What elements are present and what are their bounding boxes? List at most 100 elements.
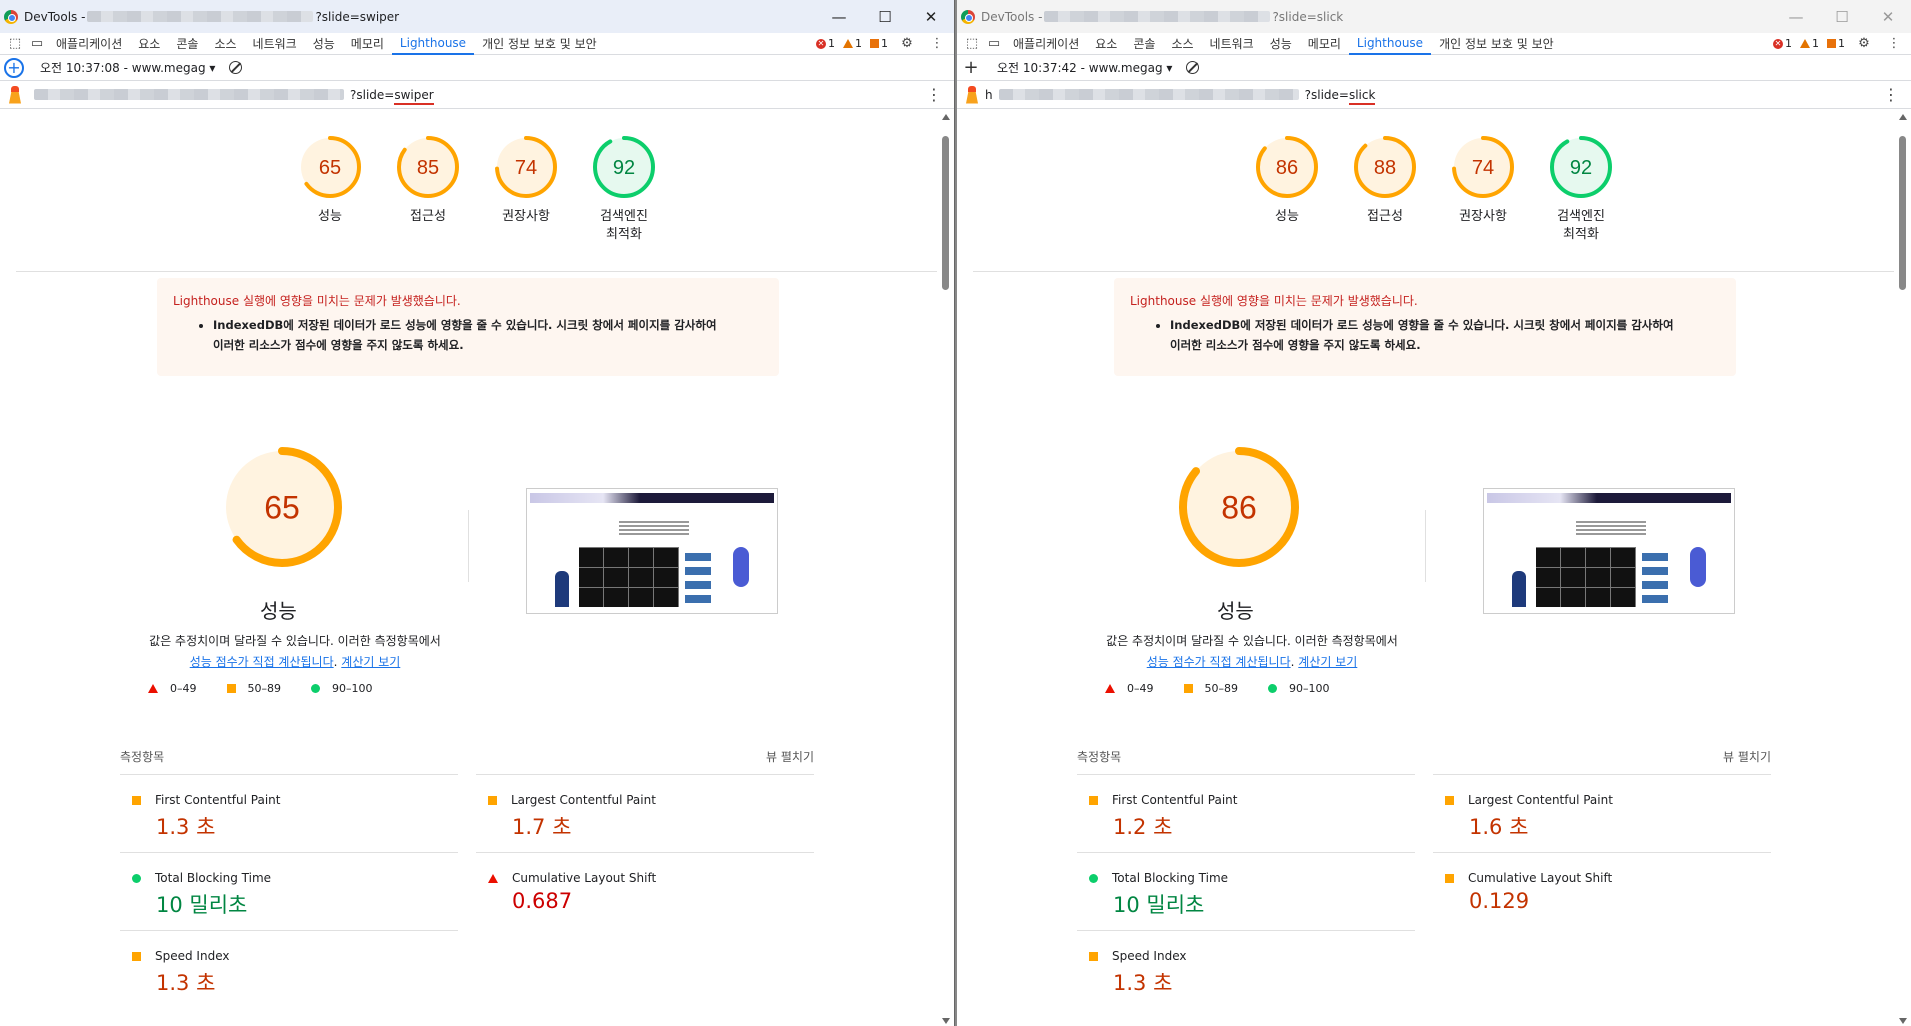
devtools-toolbar: ⬚ ▭ 애플리케이션 요소 콘솔 소스 네트워크 성능 메모리 Lighthouse 개인 정보… [957,33,1911,55]
device-toolbar-icon[interactable]: ▭ [26,33,48,55]
scrollbar[interactable] [937,110,954,1026]
tab-1[interactable]: 요소 [1087,33,1125,55]
score-calc-link[interactable]: 성능 점수가 직접 계산됩니다 [1147,655,1291,669]
score-calc-link[interactable]: 성능 점수가 직접 계산됩니다 [190,655,334,669]
tab-0[interactable]: 애플리케이션 [48,33,130,55]
gauge-1[interactable]: 88 접근성 [1353,134,1417,271]
metric-1: Largest Contentful Paint 1.6 초 [1433,774,1771,852]
performance-score: 86 성능 값은 추정치이며 달라질 수 있습니다. 이러한 측정항목에서 성능… [957,445,1517,669]
legend-pass: 90–100 [1289,682,1330,695]
metric-value: 1.3 초 [156,971,216,995]
report-selector[interactable]: 오전 10:37:08 - www.megag ▾ [40,59,215,76]
tab-4[interactable]: 네트워크 [1202,33,1262,55]
divider [1425,510,1426,582]
maximize-button[interactable]: ☐ [1819,0,1865,33]
tab-2[interactable]: 콘솔 [1125,33,1163,55]
report-url-bar: h ?slide=slick ⋮ [957,81,1911,109]
more-options-icon[interactable]: ⋮ [926,33,948,55]
tab-4[interactable]: 네트워크 [245,33,305,55]
final-screenshot[interactable] [1483,488,1735,614]
more-options-icon[interactable]: ⋮ [1883,33,1905,55]
new-report-button[interactable]: + [961,58,981,78]
divider [468,510,469,582]
warning-item: IndexedDB에 저장된 데이터가 로드 성능에 영향을 줄 수 있습니다.… [1170,315,1720,355]
maximize-button[interactable]: ☐ [862,0,908,33]
warning-icon [1800,39,1810,48]
report-selector[interactable]: 오전 10:37:42 - www.megag ▾ [997,59,1172,76]
gauge-2[interactable]: 74 권장사항 [494,134,558,271]
tab-8[interactable]: 개인 정보 보호 및 보안 [474,33,605,55]
legend-pass: 90–100 [332,682,373,695]
error-count: 1 [1785,37,1792,50]
score-value: 86 [1221,490,1257,526]
metric-value: 1.7 초 [512,815,572,839]
clear-reports-icon[interactable] [229,61,243,74]
title-prefix: DevTools - [981,9,1043,24]
desktop: DevTools - ?slide=swiper — ☐ ✕ ⬚ ▭ 애플리케이… [0,0,1911,1026]
metric-3: Cumulative Layout Shift 0.687 [476,852,814,930]
metrics-grid: First Contentful Paint 1.2 초 Largest Cont… [1077,774,1771,1008]
tab-8[interactable]: 개인 정보 보호 및 보안 [1431,33,1562,55]
title-suffix: ?slide=slick [1272,9,1344,24]
inspect-element-icon[interactable]: ⬚ [4,33,26,55]
close-button[interactable]: ✕ [1865,0,1911,33]
info-icon [870,39,879,48]
tab-3[interactable]: 소스 [1163,33,1201,55]
tab-6[interactable]: 메모리 [1300,33,1349,55]
inspect-element-icon[interactable]: ⬚ [961,33,983,55]
report-menu-icon[interactable]: ⋮ [1883,85,1899,104]
metric-value: 10 밀리초 [156,893,248,917]
lighthouse-icon [965,85,979,104]
metric-value: 1.3 초 [1113,971,1173,995]
report-bar: + 오전 10:37:42 - www.megag ▾ [957,55,1911,81]
tab-7[interactable]: Lighthouse [1348,33,1432,55]
warning-title: Lighthouse 실행에 영향을 미치는 문제가 발생했습니다. [1130,294,1418,308]
tab-3[interactable]: 소스 [206,33,244,55]
final-screenshot[interactable] [526,488,778,614]
scroll-down-icon [942,1018,950,1024]
warning-item: IndexedDB에 저장된 데이터가 로드 성능에 영향을 줄 수 있습니다.… [213,315,763,355]
calculator-link[interactable]: 계산기 보기 [341,655,400,669]
score-description: 값은 추정치이며 달라질 수 있습니다. 이러한 측정항목에서 성능 점수가 직… [1106,634,1398,669]
gauge-0[interactable]: 65 성능 [298,134,362,271]
settings-gear-icon[interactable]: ⚙ [896,33,918,55]
report-menu-icon[interactable]: ⋮ [926,85,942,104]
close-button[interactable]: ✕ [908,0,954,33]
metric-name: Total Blocking Time [1112,871,1229,885]
calculator-link[interactable]: 계산기 보기 [1298,655,1357,669]
tab-2[interactable]: 콘솔 [168,33,206,55]
minimize-button[interactable]: — [1773,0,1819,33]
tab-1[interactable]: 요소 [130,33,168,55]
error-icon: ✕ [1773,38,1783,49]
issues-counter[interactable]: ✕ 1 1 1 ⚙ ⋮ [816,33,954,55]
expand-view-button[interactable]: 뷰 펼치기 [766,748,814,765]
metric-name: Speed Index [1112,949,1187,963]
performance-title: 성능 [260,599,297,623]
metrics-header: 측정항목 뷰 펼치기 [1077,748,1771,765]
tab-7[interactable]: Lighthouse [391,33,475,55]
scrollbar[interactable] [1894,110,1911,1026]
tab-5[interactable]: 성능 [1262,33,1300,55]
clear-reports-icon[interactable] [1186,61,1200,74]
gauge-0[interactable]: 86 성능 [1255,134,1319,271]
tab-0[interactable]: 애플리케이션 [1005,33,1087,55]
score-legend: 0–49 50–89 90–100 [148,682,373,695]
url-suffix: ?slide= [1304,87,1349,102]
issues-counter[interactable]: ✕ 1 1 1 ⚙ ⋮ [1773,33,1911,55]
tab-6[interactable]: 메모리 [343,33,392,55]
expand-view-button[interactable]: 뷰 펼치기 [1723,748,1771,765]
blurred-url [34,89,344,100]
tab-5[interactable]: 성능 [305,33,343,55]
device-toolbar-icon[interactable]: ▭ [983,33,1005,55]
info-count: 1 [1838,37,1845,50]
score-value: 88 [1374,157,1396,179]
metric-2: Total Blocking Time 10 밀리초 [1077,852,1415,930]
new-report-button[interactable]: + [4,57,24,78]
average-square-icon [1183,684,1193,693]
gauge-2[interactable]: 74 권장사항 [1451,134,1515,271]
settings-gear-icon[interactable]: ⚙ [1853,33,1875,55]
gauge-3[interactable]: 92 검색엔진 최적화 [1549,134,1613,271]
gauge-3[interactable]: 92 검색엔진 최적화 [592,134,656,271]
gauge-1[interactable]: 85 접근성 [396,134,460,271]
minimize-button[interactable]: — [816,0,862,33]
